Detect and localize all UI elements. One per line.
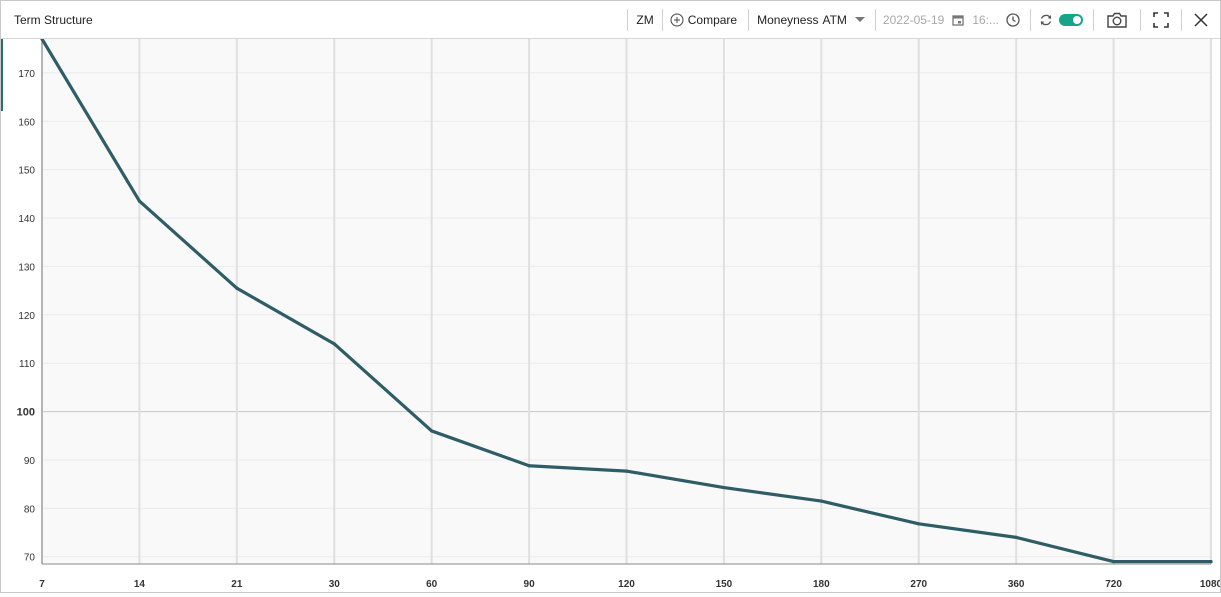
y-tick-label: 160	[18, 117, 35, 128]
y-tick-label: 70	[24, 553, 36, 564]
caret-down-icon	[854, 16, 865, 23]
divider	[1093, 8, 1094, 31]
x-tick-label: 120	[618, 579, 635, 590]
chart-area: 70 80 90 100 110 120 130 140 150 160 170 7 14 21 30 60 9…	[1, 37, 1221, 592]
data-point	[332, 342, 336, 346]
x-tick-label: 90	[524, 579, 536, 590]
y-tick-label: 90	[24, 456, 36, 467]
x-tick-label: 180	[813, 579, 830, 590]
y-tick-label: 130	[18, 262, 35, 273]
term-structure-chart: 70 80 90 100 110 120 130 140 150 160 170 7 14 21 30 60 9…	[17, 37, 1221, 590]
y-tick-label: 170	[18, 69, 35, 80]
calendar-icon	[952, 14, 964, 26]
data-point	[917, 522, 921, 526]
divider	[1181, 8, 1182, 31]
refresh-icon[interactable]	[1039, 13, 1053, 27]
x-tick-label: 150	[716, 579, 733, 590]
divider	[627, 8, 629, 31]
x-tick-label: 360	[1008, 579, 1025, 590]
date-picker[interactable]: 2022-05-19	[880, 13, 969, 27]
data-point	[1209, 559, 1213, 564]
divider	[748, 8, 750, 31]
time-picker[interactable]: 16:...	[969, 13, 1026, 27]
add-circle-icon	[670, 13, 684, 27]
window-header: Term Structure ZM Compare Moneyness ATM	[1, 1, 1220, 39]
x-tick-label: 7	[39, 579, 45, 590]
time-value: 16:...	[972, 12, 999, 27]
data-point	[722, 485, 726, 490]
x-tick-label: 14	[134, 579, 146, 590]
auto-refresh-toggle[interactable]	[1059, 13, 1083, 26]
toolbar: ZM Compare Moneyness ATM 2022-05-19 16:.…	[623, 1, 1220, 38]
data-point	[1014, 535, 1018, 539]
x-tick-label: 60	[426, 579, 438, 590]
x-tick-label: 30	[329, 579, 341, 590]
divider	[661, 8, 663, 31]
divider	[1140, 8, 1141, 31]
window-title: Term Structure	[14, 13, 93, 27]
y-tick-label: 140	[18, 214, 35, 225]
data-point	[1111, 559, 1116, 564]
fullscreen-icon[interactable]	[1153, 11, 1169, 28]
data-point	[235, 286, 239, 290]
camera-icon[interactable]	[1106, 11, 1128, 29]
y-tick-label: 110	[19, 359, 35, 370]
divider	[1030, 8, 1031, 31]
moneyness-value: ATM	[822, 12, 847, 27]
close-icon[interactable]	[1194, 12, 1208, 27]
ticker-button[interactable]: ZM	[632, 13, 657, 27]
compare-label: Compare	[687, 12, 738, 27]
compare-button[interactable]: Compare	[667, 13, 744, 27]
moneyness-dropdown[interactable]: Moneyness ATM	[753, 13, 871, 27]
x-tick-label: 1080	[1200, 579, 1220, 590]
date-value: 2022-05-19	[882, 12, 945, 27]
data-point	[527, 464, 531, 468]
y-tick-label: 120	[18, 311, 35, 322]
data-point	[819, 499, 823, 503]
moneyness-label: Moneyness	[757, 12, 819, 27]
x-tick-label: 720	[1105, 579, 1122, 590]
x-tick-label: 270	[910, 579, 927, 590]
term-structure-window: Term Structure ZM Compare Moneyness ATM	[0, 0, 1221, 593]
divider	[874, 8, 876, 31]
data-point	[624, 469, 629, 473]
data-point	[137, 199, 142, 203]
x-tick-label: 21	[231, 579, 243, 590]
y-tick-label: 80	[24, 504, 36, 515]
y-tick-label: 100	[17, 407, 35, 419]
y-tick-label: 150	[18, 166, 35, 177]
data-point	[430, 429, 434, 433]
clock-icon	[1006, 12, 1020, 27]
